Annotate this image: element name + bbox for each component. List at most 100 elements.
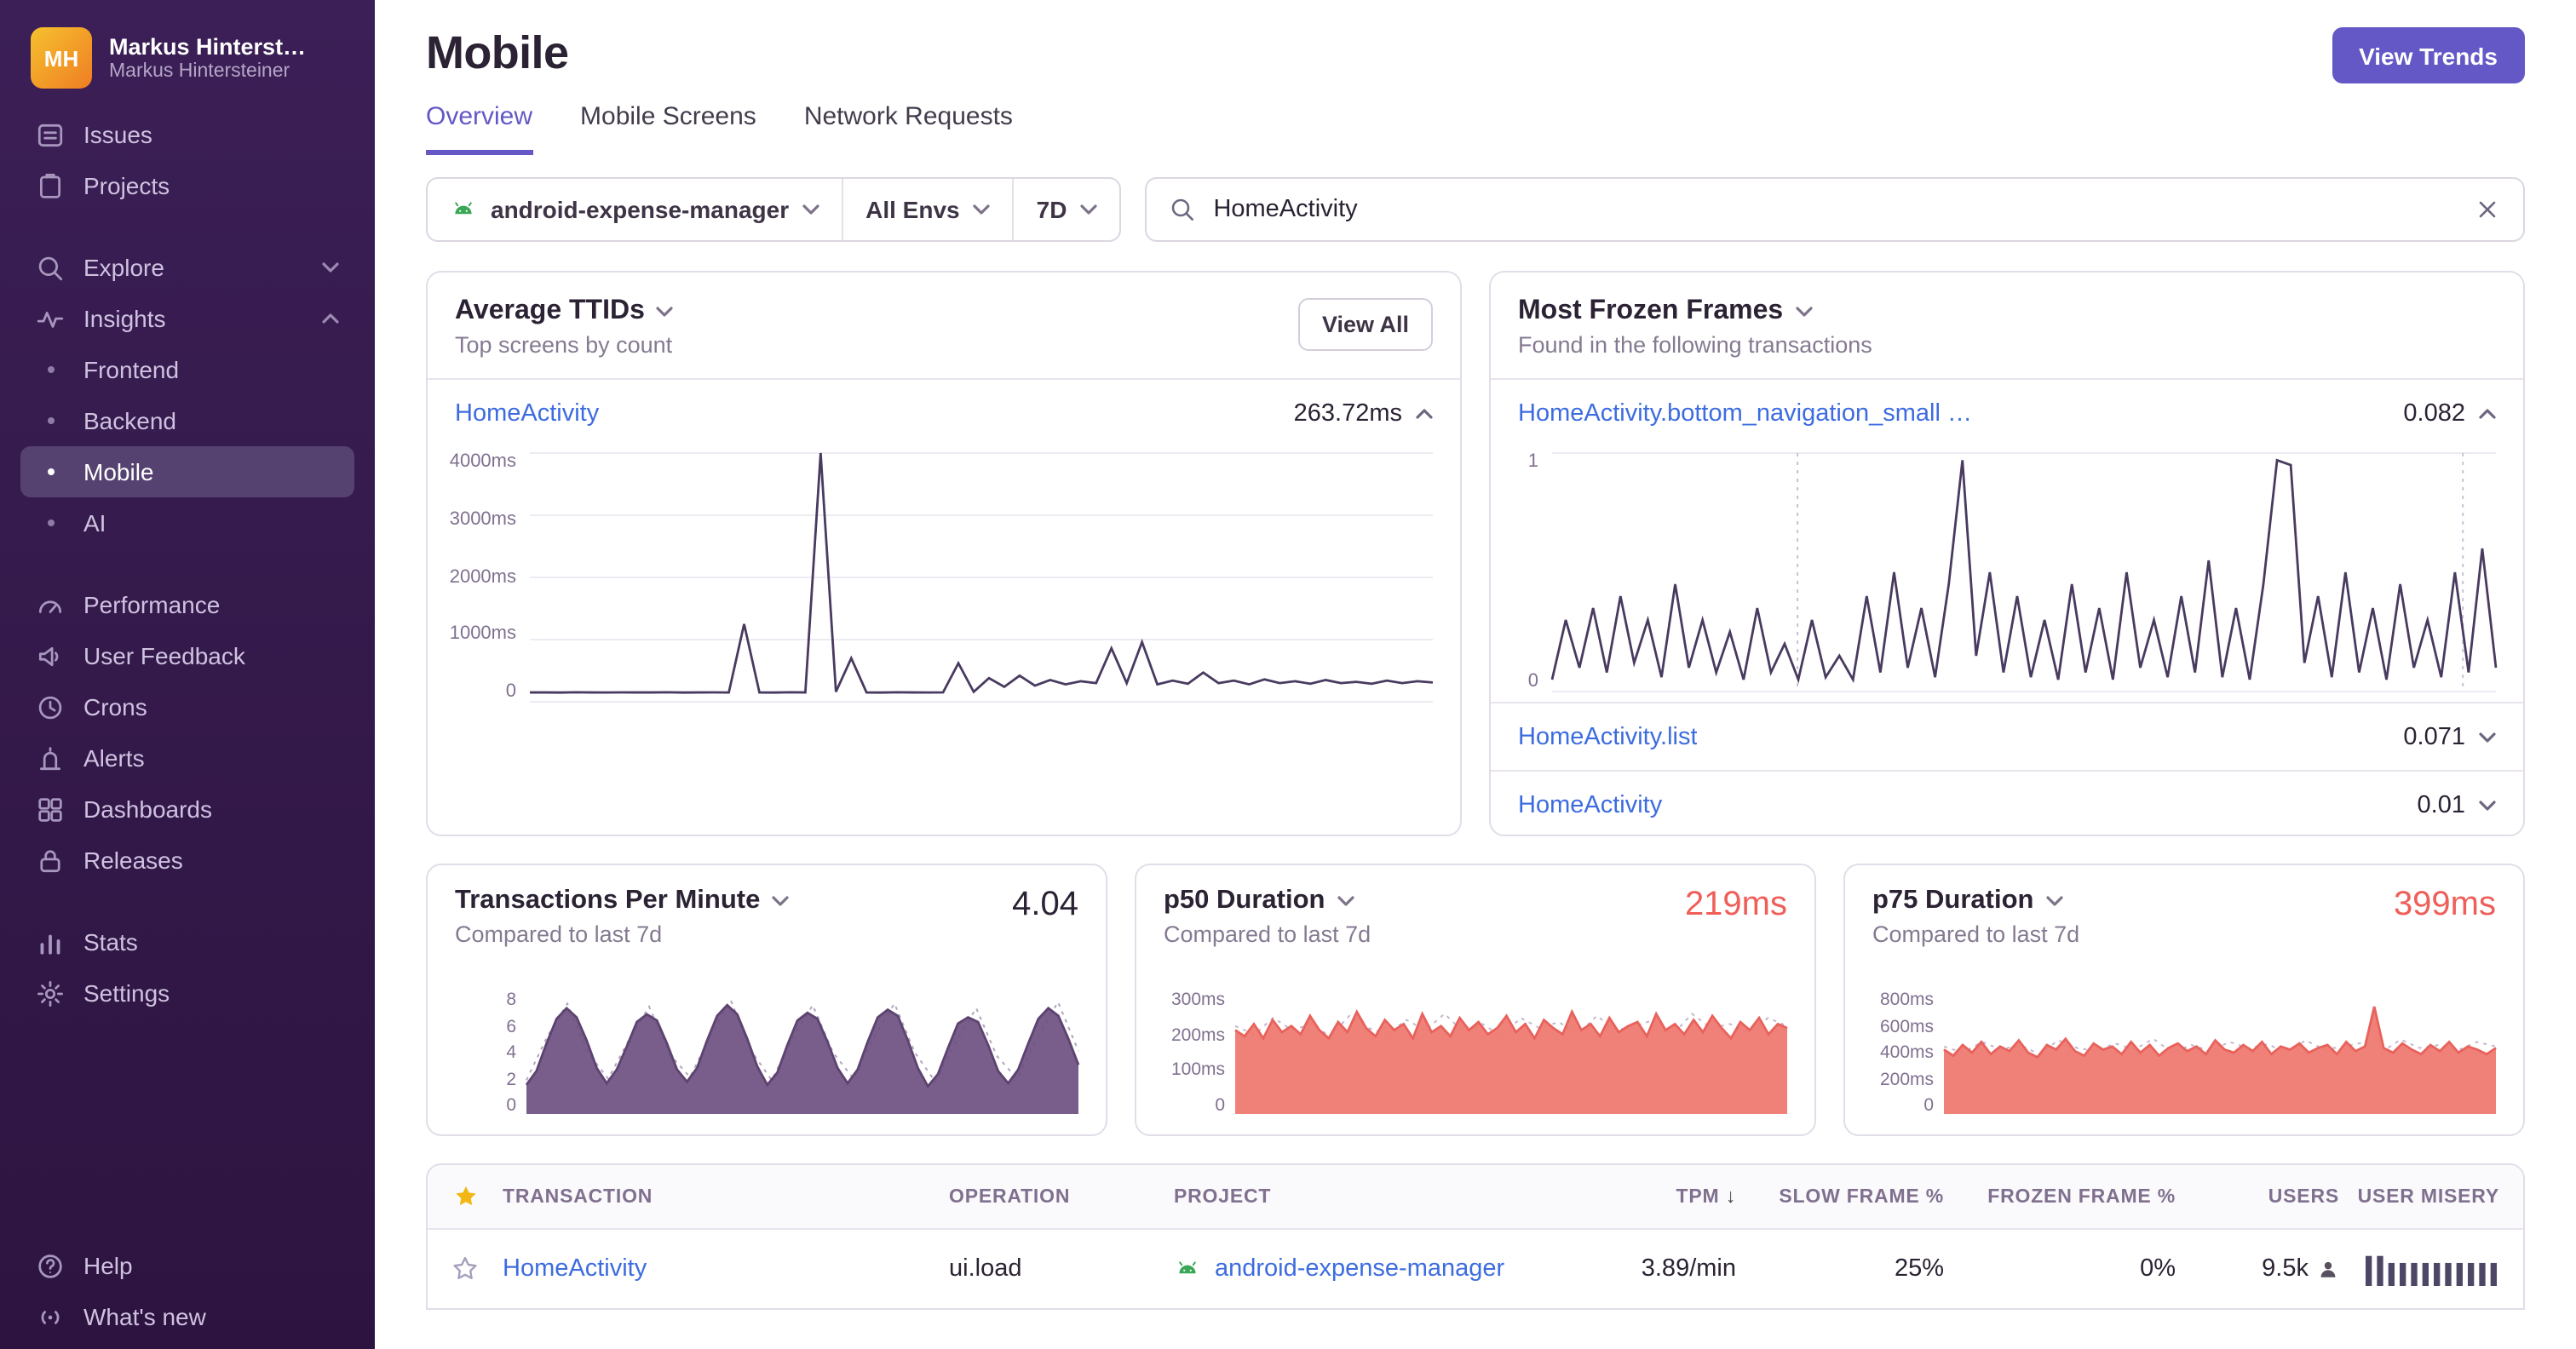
tpm-card: Transactions Per Minute 4.04 Compared to… xyxy=(426,864,1107,1136)
star-toggle[interactable] xyxy=(428,1255,503,1283)
average-ttids-card: Average TTIDs Top screens by count View … xyxy=(426,271,1462,836)
sidebar-item-mobile[interactable]: Mobile xyxy=(20,446,354,497)
tab-network-requests[interactable]: Network Requests xyxy=(804,102,1013,155)
sidebar-item-label: Mobile xyxy=(83,458,154,485)
tpm-title[interactable]: Transactions Per Minute xyxy=(455,886,1078,916)
y-axis-label: 0 xyxy=(1527,671,1538,692)
tab-mobile-screens[interactable]: Mobile Screens xyxy=(580,102,756,155)
y-axis: 800ms 600ms 400ms 200ms 0 xyxy=(1866,991,1944,1115)
sidebar-item-label: Explore xyxy=(83,254,164,281)
chevron-down-icon xyxy=(802,204,819,215)
column-header-user-misery[interactable]: USER MISERY xyxy=(2339,1186,2523,1207)
y-axis-label: 3000ms xyxy=(449,508,516,530)
y-axis-label: 100ms xyxy=(1170,1059,1225,1081)
collapse-icon[interactable] xyxy=(1416,408,1433,418)
tab-overview[interactable]: Overview xyxy=(426,102,533,155)
sidebar-item-projects[interactable]: Projects xyxy=(20,160,354,211)
card-title-label: p75 Duration xyxy=(1872,886,2034,915)
y-axis-label: 400ms xyxy=(1879,1042,1934,1063)
org-switcher[interactable]: MH Markus Hinterst… Markus Hintersteiner xyxy=(20,17,354,109)
view-trends-button[interactable]: View Trends xyxy=(2332,27,2525,83)
sidebar-item-alerts[interactable]: Alerts xyxy=(20,732,354,784)
help-icon xyxy=(38,1254,62,1277)
sidebar-item-label: User Feedback xyxy=(83,642,245,669)
sidebar-item-backend[interactable]: Backend xyxy=(20,395,354,446)
clear-search-icon[interactable] xyxy=(2474,196,2501,223)
collapse-icon[interactable] xyxy=(2479,408,2496,418)
view-all-button[interactable]: View All xyxy=(1297,298,1433,351)
column-header-label: USER MISERY xyxy=(2357,1186,2499,1207)
sidebar-item-frontend[interactable]: Frontend xyxy=(20,344,354,395)
tpm-cell: 3.89/min xyxy=(1641,1255,1736,1283)
project-link[interactable]: android-expense-manager xyxy=(1215,1255,1504,1283)
column-header-slow-frame[interactable]: SLOW FRAME % xyxy=(1736,1186,1944,1207)
column-header-tpm[interactable]: TPM ↓ xyxy=(1579,1186,1736,1207)
sidebar: MH Markus Hinterst… Markus Hintersteiner… xyxy=(0,0,375,1349)
frozen-frames-value: 0.071 xyxy=(2403,723,2465,750)
project-selector-label: android-expense-manager xyxy=(491,196,790,223)
column-header-users[interactable]: USERS xyxy=(2176,1186,2339,1207)
sidebar-item-performance[interactable]: Performance xyxy=(20,579,354,630)
y-axis: 1 0 xyxy=(1508,451,1552,692)
transaction-link[interactable]: HomeActivity xyxy=(455,399,599,427)
ttid-chart xyxy=(530,453,1433,702)
sidebar-item-label: Crons xyxy=(83,693,147,720)
most-frozen-frames-title[interactable]: Most Frozen Frames xyxy=(1518,296,2496,327)
sidebar-item-help[interactable]: Help xyxy=(20,1240,354,1291)
frozen-frames-chart xyxy=(1552,453,2496,692)
bullet-icon xyxy=(36,366,65,373)
sidebar-item-label: Projects xyxy=(83,172,170,199)
lock-icon xyxy=(40,849,60,872)
expand-icon[interactable] xyxy=(2479,732,2496,742)
sidebar-item-explore[interactable]: Explore xyxy=(20,242,354,293)
sidebar-item-ai[interactable]: AI xyxy=(20,497,354,548)
average-ttids-title[interactable]: Average TTIDs xyxy=(455,296,1433,327)
search-input[interactable] xyxy=(1213,196,2457,223)
transaction-link[interactable]: HomeActivity.bottom_navigation_small … xyxy=(1518,399,1972,427)
sidebar-item-insights[interactable]: Insights xyxy=(20,293,354,344)
environment-selector[interactable]: All Envs xyxy=(843,179,1015,240)
date-range-selector[interactable]: 7D xyxy=(1015,179,1120,240)
sidebar-item-whats-new[interactable]: What's new xyxy=(20,1291,354,1342)
sidebar-item-label: Performance xyxy=(83,591,221,618)
sidebar-item-label: Backend xyxy=(83,407,176,434)
sidebar-item-stats[interactable]: Stats xyxy=(20,916,354,967)
column-header-operation[interactable]: OPERATION xyxy=(949,1186,1174,1207)
insights-icon xyxy=(37,310,64,327)
frozen-frames-value: 0.082 xyxy=(2403,399,2465,427)
chevron-down-icon xyxy=(1080,204,1098,215)
transaction-link[interactable]: HomeActivity.list xyxy=(1518,723,1698,750)
sidebar-item-label: What's new xyxy=(83,1303,206,1330)
sidebar-item-label: Alerts xyxy=(83,744,145,772)
megaphone-icon xyxy=(38,646,59,666)
slow-frame-cell: 25% xyxy=(1894,1255,1944,1283)
y-axis: 4000ms 3000ms 2000ms 1000ms 0 xyxy=(445,452,530,702)
page-title: Mobile xyxy=(426,27,569,78)
sidebar-item-issues[interactable]: Issues xyxy=(20,109,354,160)
sidebar-item-user-feedback[interactable]: User Feedback xyxy=(20,630,354,681)
sidebar-item-label: Releases xyxy=(83,847,183,874)
y-axis-label: 1 xyxy=(1527,451,1538,472)
y-axis-label: 300ms xyxy=(1170,990,1225,1010)
transaction-link[interactable]: HomeActivity xyxy=(1518,791,1662,818)
android-icon xyxy=(1179,1261,1196,1274)
starred-column-header xyxy=(428,1184,503,1209)
y-axis-label: 6 xyxy=(506,1016,516,1036)
frozen-frame-cell: 0% xyxy=(2140,1255,2176,1283)
sidebar-item-dashboards[interactable]: Dashboards xyxy=(20,784,354,835)
column-header-transaction[interactable]: TRANSACTION xyxy=(503,1186,949,1207)
p50-value: 219ms xyxy=(1684,886,1787,923)
sidebar-item-label: Issues xyxy=(83,121,152,148)
column-header-project[interactable]: PROJECT xyxy=(1174,1186,1579,1207)
sidebar-item-releases[interactable]: Releases xyxy=(20,835,354,886)
transaction-link[interactable]: HomeActivity xyxy=(503,1255,647,1283)
column-header-frozen-frame[interactable]: FROZEN FRAME % xyxy=(1944,1186,2176,1207)
users-count: 9.5k xyxy=(2262,1255,2309,1283)
sidebar-item-label: Help xyxy=(83,1252,133,1279)
sidebar-item-crons[interactable]: Crons xyxy=(20,681,354,732)
project-selector[interactable]: android-expense-manager xyxy=(428,179,844,240)
expand-icon[interactable] xyxy=(2479,800,2496,810)
y-axis-label: 8 xyxy=(506,990,516,1010)
sidebar-item-settings[interactable]: Settings xyxy=(20,967,354,1019)
ttid-value: 263.72ms xyxy=(1293,399,1402,427)
